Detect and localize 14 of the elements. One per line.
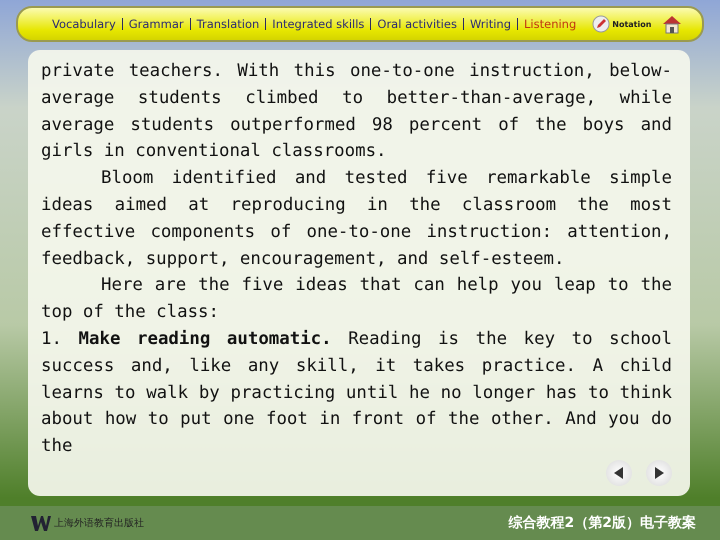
nav-tab[interactable]: Oral activities bbox=[377, 17, 457, 31]
nav-tab[interactable]: Integrated skills bbox=[272, 17, 364, 31]
nav-tab[interactable]: Listening bbox=[524, 17, 576, 31]
nav-tab[interactable]: Writing bbox=[470, 17, 512, 31]
notation-button[interactable]: Notation bbox=[592, 15, 652, 33]
nav-tab[interactable]: Grammar bbox=[128, 17, 184, 31]
nav-tab[interactable]: Translation bbox=[196, 17, 260, 31]
paragraph: Here are the five ideas that can help you leap to the top of the class: bbox=[41, 274, 672, 324]
publisher-name: 上海外语教育出版社 bbox=[54, 516, 144, 530]
paragraph: 1. Make reading automatic. Reading is the key to school success and, like any skill, it takes practice. A child learns to walk by practicing until he no longer has to think about how to put one foot in front of the other. And you do the bbox=[41, 328, 672, 458]
course-title: 综合教程2（第2版）电子教案 bbox=[508, 514, 696, 532]
paragraph: private teachers. With this one-to-one instruction, below-average students climbed to better-than-average, while average students outperformed 98 percent of the boys and girls in conventional classrooms. bbox=[41, 60, 672, 164]
paragraph: Bloom identified and tested five remarkable simple ideas aimed at reproducing in the classroom the most effective components of one-to-one instruction: attention, feedback, support, encouragement, and self-esteem. bbox=[41, 167, 672, 271]
nav-tab[interactable]: Vocabulary bbox=[52, 17, 116, 31]
